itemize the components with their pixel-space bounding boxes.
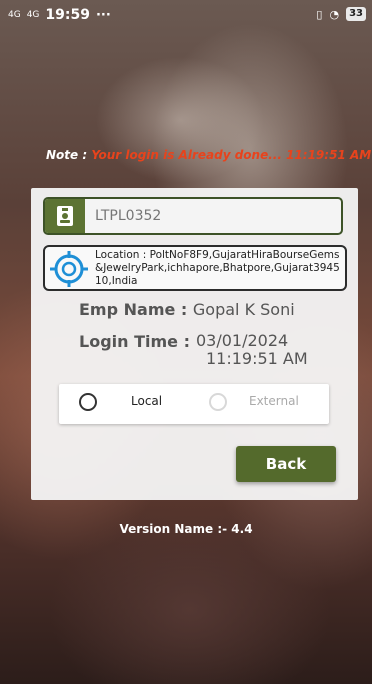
emp-code-input[interactable] xyxy=(95,199,335,233)
back-button[interactable]: Back xyxy=(236,446,336,482)
emp-name-value: Gopal K Soni xyxy=(192,300,295,319)
location-text: Location : PoltNoF8F9,GujaratHiraBourseG… xyxy=(95,249,340,287)
local-radio[interactable] xyxy=(79,393,97,411)
external-radio[interactable] xyxy=(209,393,227,411)
note-message: Your login is Already done... 11:19:51 A… xyxy=(87,148,372,162)
note-label: Note : xyxy=(46,148,88,162)
emp-code-field[interactable] xyxy=(43,197,343,235)
version-label: Version Name :- 4.4 xyxy=(119,522,253,536)
notification-icons: ··· xyxy=(95,7,111,23)
location-target-icon[interactable] xyxy=(47,249,91,289)
emp-name-label: Emp Name : xyxy=(79,300,188,319)
clock: 19:59 xyxy=(45,7,90,23)
vibrate-icon: ▯ xyxy=(316,7,323,21)
login-card: Location : PoltNoF8F9,GujaratHiraBourseG… xyxy=(31,188,358,500)
location-field: Location : PoltNoF8F9,GujaratHiraBourseG… xyxy=(43,245,347,291)
wifi-icon: ◔ xyxy=(329,7,340,21)
login-clock: 11:19:51 AM xyxy=(205,349,308,368)
status-bar: 4G 4G 19:59 ··· ▯ ◔ 33 xyxy=(0,0,372,30)
external-radio-label[interactable]: External xyxy=(249,394,299,408)
login-date: 03/01/2024 xyxy=(195,331,289,350)
id-badge-icon xyxy=(45,199,85,233)
login-note: Note : Your login is Already done... 11:… xyxy=(46,148,371,162)
status-left: 4G 4G 19:59 ··· xyxy=(8,7,111,23)
emp-name-row: Emp Name : Gopal K Soni xyxy=(79,300,295,319)
login-time-row: Login Time : 03/01/2024 11:19:51 AM xyxy=(79,332,308,368)
location-type-selector: Local External xyxy=(59,384,329,424)
login-time-value: 03/01/2024 11:19:51 AM xyxy=(196,332,308,368)
status-right: ▯ ◔ 33 xyxy=(316,7,366,21)
battery-icon: 33 xyxy=(346,7,366,21)
login-time-label: Login Time : xyxy=(79,332,190,351)
local-radio-label[interactable]: Local xyxy=(131,394,162,408)
signal-2-indicator: 4G xyxy=(26,9,40,20)
signal-1-indicator: 4G xyxy=(8,9,21,20)
